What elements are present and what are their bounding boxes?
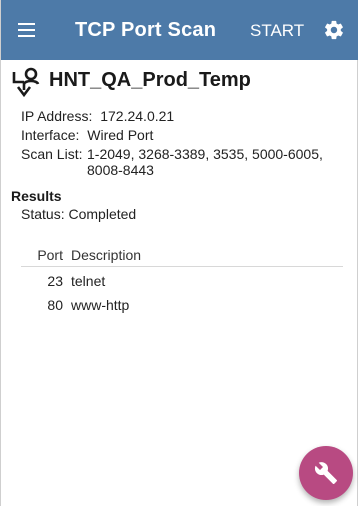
ip-address-row: IP Address: 172.24.0.21 [21, 108, 174, 124]
app-screen: TCP Port Scan START HNT_QA_Prod_Temp IP … [0, 0, 358, 506]
port-column-header: Port [37, 247, 63, 263]
wrench-icon [314, 462, 337, 484]
interface-value: Wired Port [87, 127, 154, 143]
target-name: HNT_QA_Prod_Temp [49, 69, 251, 91]
start-button[interactable]: START [250, 21, 304, 41]
description-cell: www-http [71, 297, 130, 313]
interface-label: Interface: [21, 127, 80, 143]
ip-address-value: 172.24.0.21 [100, 108, 175, 124]
status-label: Status: [21, 206, 65, 222]
ip-address-label: IP Address: [21, 108, 93, 124]
status-row: Status: Completed [21, 206, 136, 222]
table-row[interactable]: 23 telnet [21, 267, 343, 291]
description-column-header: Description [71, 247, 142, 263]
tools-fab-button[interactable] [299, 446, 353, 500]
results-table: Port Description 23 telnet 80 www-http [21, 247, 343, 315]
scan-list-value: 1-2049, 3268-3389, 3535, 5000-6005, 8008… [87, 146, 323, 178]
status-value: Completed [68, 206, 137, 222]
results-heading: Results [11, 188, 62, 204]
description-cell: telnet [71, 273, 106, 289]
gear-icon[interactable] [323, 19, 345, 41]
port-cell: 80 [47, 297, 63, 313]
port-cell: 23 [47, 273, 63, 289]
table-header: Port Description [21, 247, 343, 267]
app-bar: TCP Port Scan START [1, 0, 358, 60]
scan-list-label: Scan List: [21, 146, 83, 162]
page-title: TCP Port Scan [75, 19, 217, 41]
menu-icon[interactable] [15, 18, 39, 42]
interface-row: Interface: Wired Port [21, 127, 153, 143]
scan-target-icon [12, 67, 40, 98]
table-row[interactable]: 80 www-http [21, 291, 343, 315]
